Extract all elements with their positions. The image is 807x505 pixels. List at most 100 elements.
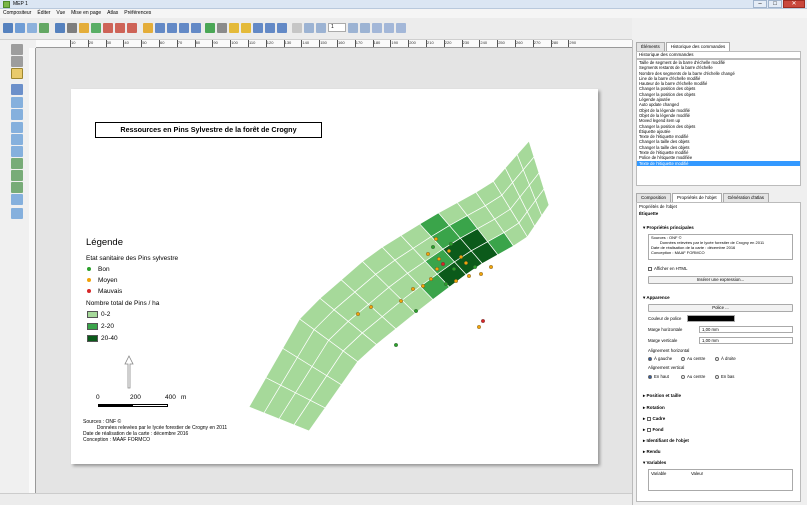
- menu-vue[interactable]: Vue: [56, 9, 65, 18]
- group-rendering[interactable]: ▸ Rendu: [643, 449, 661, 455]
- align-icon[interactable]: [277, 23, 287, 33]
- group-rotation[interactable]: ▸ Rotation: [643, 405, 665, 411]
- pan-icon[interactable]: [11, 44, 23, 55]
- legend-density-title: Nombre total de Pins / ha: [86, 300, 160, 307]
- scalebar[interactable]: [98, 404, 168, 407]
- group-background[interactable]: ▸ Fond: [643, 427, 664, 433]
- appearance-group[interactable]: ▾ Apparence: [643, 295, 670, 301]
- next-feature-icon[interactable]: [348, 23, 358, 33]
- history-list[interactable]: Taille de segment de la barre d'échelle …: [636, 59, 801, 186]
- menu-compositeur[interactable]: Compositeur: [3, 9, 31, 18]
- add-node-icon[interactable]: [11, 182, 23, 193]
- export-image-icon[interactable]: [79, 23, 89, 33]
- raise-icon[interactable]: [253, 23, 263, 33]
- menu-editer[interactable]: Éditer: [37, 9, 50, 18]
- redo-icon[interactable]: [127, 23, 137, 33]
- add-map-icon[interactable]: [11, 97, 23, 108]
- label-text-area[interactable]: Sources : ONF © Données relevées par le …: [648, 234, 793, 260]
- h-align-center-radio[interactable]: Au centre: [681, 356, 705, 361]
- ungroup-icon[interactable]: [217, 23, 227, 33]
- ruler-tick-label: 290: [568, 40, 577, 47]
- add-image-icon[interactable]: [11, 109, 23, 120]
- main-properties-group[interactable]: ▾ Propriétés principales: [643, 225, 694, 231]
- v-margin-spinbox[interactable]: 1,00 mm: [699, 337, 793, 344]
- v-align-bottom-radio[interactable]: En bas: [715, 374, 734, 379]
- atlas-settings-icon[interactable]: [396, 23, 406, 33]
- group-title: Cadre: [652, 416, 666, 421]
- select-icon[interactable]: [11, 68, 23, 79]
- add-scalebar-icon[interactable]: [11, 146, 23, 157]
- composer-canvas[interactable]: Ressources en Pins Sylvestre de la forêt…: [36, 48, 632, 493]
- atlas-page-spinbox[interactable]: 1: [328, 23, 346, 32]
- duplicate-icon[interactable]: [15, 23, 25, 33]
- composer-manager-icon[interactable]: [27, 23, 37, 33]
- zoom-in-icon[interactable]: [167, 23, 177, 33]
- variables-table[interactable]: Variable Valeur: [648, 469, 793, 491]
- print-page[interactable]: Ressources en Pins Sylvestre de la forêt…: [71, 89, 598, 464]
- v-align-top-radio[interactable]: En haut: [648, 374, 669, 379]
- close-icon[interactable]: ✕: [783, 0, 805, 8]
- menu-mise-en-page[interactable]: Mise en page: [71, 9, 101, 18]
- ruler-tick-label: 150: [319, 40, 327, 47]
- v-margin-label: Marge verticale: [648, 338, 678, 343]
- export-atlas-icon[interactable]: [384, 23, 394, 33]
- v-align-center-radio[interactable]: Au centre: [681, 374, 705, 379]
- atlas-preview-icon[interactable]: [292, 23, 302, 33]
- menu-bar: Compositeur Éditer Vue Mise en page Atla…: [0, 9, 807, 18]
- save-template-icon[interactable]: [55, 23, 65, 33]
- group-frame[interactable]: ▸ Cadre: [643, 416, 665, 422]
- north-arrow-icon[interactable]: [123, 355, 135, 389]
- tree-point: [429, 277, 433, 281]
- v-align-label: Alignement vertical: [648, 365, 685, 370]
- group-position-size[interactable]: ▸ Position et taille: [643, 393, 681, 399]
- refresh-icon[interactable]: [191, 23, 201, 33]
- map-title-label[interactable]: Ressources en Pins Sylvestre de la forêt…: [95, 122, 322, 138]
- sources-label[interactable]: Sources : ONF © Données relevées par le …: [83, 419, 227, 443]
- first-feature-icon[interactable]: [304, 23, 314, 33]
- font-button[interactable]: Police ...: [648, 304, 793, 312]
- lower-icon[interactable]: [265, 23, 275, 33]
- minimize-icon[interactable]: –: [753, 0, 767, 8]
- add-label-icon[interactable]: [11, 122, 23, 133]
- window-controls: – □ ✕: [753, 0, 805, 8]
- load-template-icon[interactable]: [39, 23, 49, 33]
- add-table-icon[interactable]: [11, 194, 23, 205]
- export-pdf-icon[interactable]: [103, 23, 113, 33]
- insert-expression-button[interactable]: Insérer une expression...: [648, 276, 793, 284]
- menu-preferences[interactable]: Préférences: [124, 9, 151, 18]
- add-arrow-icon[interactable]: [11, 170, 23, 181]
- export-svg-icon[interactable]: [91, 23, 101, 33]
- h-align-left-radio[interactable]: À gauche: [648, 356, 672, 361]
- group-item-id[interactable]: ▸ Identifiant de l'objet: [643, 438, 689, 444]
- legend-title: Légende: [86, 237, 123, 248]
- add-shape-icon[interactable]: [11, 158, 23, 169]
- unlock-icon[interactable]: [241, 23, 251, 33]
- print-icon[interactable]: [67, 23, 77, 33]
- lock-icon[interactable]: [229, 23, 239, 33]
- h-align-right-radio[interactable]: À droite: [715, 356, 736, 361]
- font-color-button[interactable]: [687, 315, 735, 322]
- radio-label: En bas: [721, 374, 735, 379]
- zoom-100-icon[interactable]: [155, 23, 165, 33]
- zoom-full-icon[interactable]: [143, 23, 153, 33]
- last-feature-icon[interactable]: [360, 23, 370, 33]
- zoom-out-icon[interactable]: [179, 23, 189, 33]
- props-header: Propriétés de l'objet: [639, 204, 677, 209]
- prev-feature-icon[interactable]: [316, 23, 326, 33]
- h-margin-spinbox[interactable]: 1,00 mm: [699, 326, 793, 333]
- tree-point: [467, 274, 471, 278]
- move-content-icon[interactable]: [11, 84, 23, 95]
- add-html-icon[interactable]: [11, 208, 23, 219]
- html-checkbox[interactable]: Afficher en HTML: [648, 266, 687, 271]
- zoom-icon[interactable]: [11, 56, 23, 67]
- history-item[interactable]: Texte de l'étiquette modifié: [637, 160, 800, 166]
- add-legend-icon[interactable]: [11, 134, 23, 145]
- group-variables[interactable]: ▾ Variables: [643, 460, 666, 466]
- group-icon[interactable]: [205, 23, 215, 33]
- undo-icon[interactable]: [115, 23, 125, 33]
- menu-atlas[interactable]: Atlas: [107, 9, 118, 18]
- print-atlas-icon[interactable]: [372, 23, 382, 33]
- forest-map[interactable]: [71, 89, 598, 464]
- maximize-icon[interactable]: □: [768, 0, 782, 8]
- new-composer-icon[interactable]: [3, 23, 13, 33]
